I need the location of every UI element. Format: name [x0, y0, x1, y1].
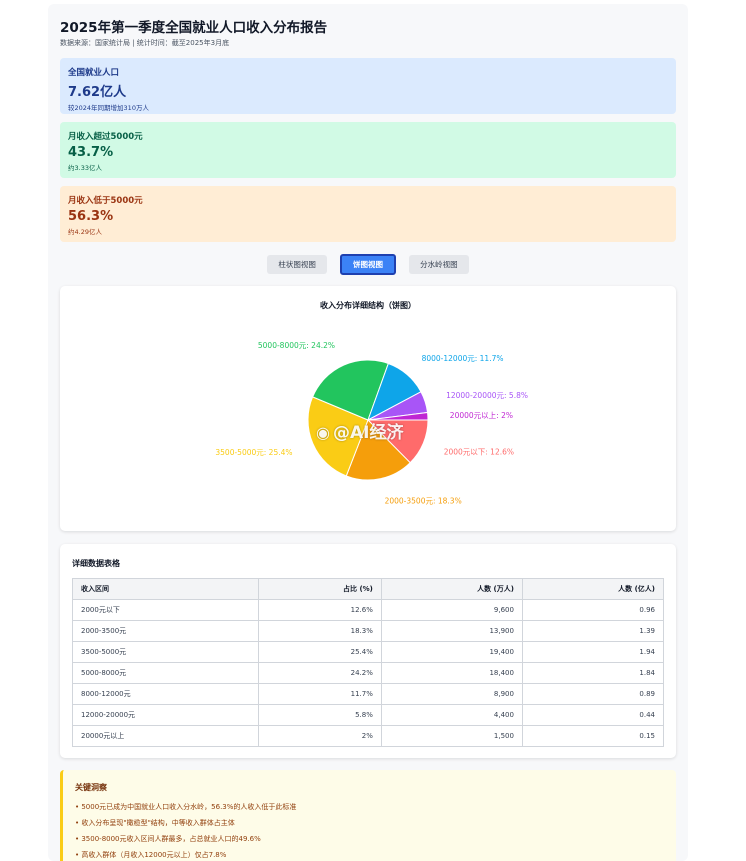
stat-label: 月收入超过5000元 — [68, 132, 143, 142]
insights-title: 关键洞察 — [75, 783, 107, 792]
insight-item: • 收入分布呈现"橄榄型"结构，中等收入群体占主体 — [75, 819, 235, 827]
pie-slice-label: 5000-8000元: 24.2% — [258, 341, 335, 350]
cell-count-10k: 4,400 — [380, 704, 523, 726]
cell-count-100m: 0.15 — [521, 725, 665, 747]
stat-value: 43.7% — [68, 145, 114, 160]
pie-slice-label: 12000-20000元: 5.8% — [446, 391, 528, 400]
cell-count-100m: 0.89 — [521, 683, 665, 705]
watermark-text: @AI经济 — [332, 423, 404, 443]
insight-item: • 5000元已成为中国就业人口收入分水岭，56.3%的人收入低于此标准 — [75, 803, 297, 811]
column-header-count-10k: 人数 (万人) — [380, 578, 523, 600]
cell-count-10k: 9,600 — [380, 599, 523, 621]
cell-range: 3500-5000元 — [71, 641, 260, 663]
table-header-row: 收入区间 占比 (%) 人数 (万人) 人数 (亿人) — [71, 578, 665, 600]
watermark: ◉ @AI经济 — [316, 418, 403, 443]
cell-share: 2% — [258, 725, 382, 747]
insight-item: • 高收入群体（月收入12000元以上）仅占7.8% — [75, 851, 227, 859]
cell-count-10k: 8,900 — [380, 683, 523, 705]
key-insights-box: 关键洞察 • 5000元已成为中国就业人口收入分水岭，56.3%的人收入低于此标… — [60, 770, 676, 861]
report-page: 2025年第一季度全国就业人口收入分布报告 数据来源：国家统计局 | 统计时间：… — [48, 4, 688, 861]
cell-count-100m: 0.96 — [521, 599, 665, 621]
column-header-count-100m: 人数 (亿人) — [521, 578, 665, 600]
stat-label: 全国就业人口 — [68, 68, 120, 78]
column-header-share: 占比 (%) — [258, 578, 382, 600]
tab-watershed-view[interactable]: 分水岭视图 — [409, 255, 469, 274]
pie-slice-label: 2000-3500元: 18.3% — [385, 496, 462, 505]
tab-bar-chart-view[interactable]: 柱状图视图 — [267, 255, 327, 274]
view-tabs: 柱状图视图 饼图视图 分水岭视图 — [48, 254, 688, 275]
cell-share: 18.3% — [258, 620, 382, 642]
table-row: 3500-5000元 25.4% 19,400 1.94 — [71, 641, 665, 663]
stat-label: 月收入低于5000元 — [68, 196, 143, 206]
pie-slice-label: 3500-5000元: 25.4% — [215, 448, 292, 457]
table-title: 详细数据表格 — [72, 559, 120, 568]
cell-share: 11.7% — [258, 683, 382, 705]
weibo-logo-icon: ◉ — [316, 423, 330, 442]
stat-value: 56.3% — [68, 209, 114, 224]
cell-count-10k: 19,400 — [380, 641, 523, 663]
table-row: 5000-8000元 24.2% 18,400 1.84 — [71, 662, 665, 684]
pie-slice-label: 2000元以下: 12.6% — [444, 448, 514, 457]
column-header-range: 收入区间 — [71, 578, 260, 600]
pie-slice-label: 20000元以上: 2% — [450, 411, 513, 420]
cell-range: 12000-20000元 — [71, 704, 260, 726]
page-title: 2025年第一季度全国就业人口收入分布报告 — [60, 20, 328, 36]
table-row: 2000元以下 12.6% 9,600 0.96 — [71, 599, 665, 621]
cell-count-10k: 13,900 — [380, 620, 523, 642]
cell-range: 2000-3500元 — [71, 620, 260, 642]
cell-count-10k: 1,500 — [380, 725, 523, 747]
stat-value: 7.62亿人 — [68, 85, 127, 100]
cell-count-10k: 18,400 — [380, 662, 523, 684]
stat-card-above-5000: 月收入超过5000元 43.7% 约3.33亿人 — [60, 122, 676, 178]
cell-share: 5.8% — [258, 704, 382, 726]
pie-slice-label: 8000-12000元: 11.7% — [422, 354, 504, 363]
cell-range: 8000-12000元 — [71, 683, 260, 705]
table-row: 12000-20000元 5.8% 4,400 0.44 — [71, 704, 665, 726]
data-table-card: 详细数据表格 收入区间 占比 (%) 人数 (万人) 人数 (亿人) 2000元… — [60, 544, 676, 758]
table-row: 2000-3500元 18.3% 13,900 1.39 — [71, 620, 665, 642]
cell-range: 20000元以上 — [71, 725, 260, 747]
cell-count-100m: 1.94 — [521, 641, 665, 663]
pie-chart-card: 收入分布详细结构（饼图） 2000元以下: 12.6% 2000-3500元: 1… — [60, 286, 676, 531]
stat-note: 较2024年同期增加310万人 — [68, 104, 149, 112]
cell-range: 2000元以下 — [71, 599, 260, 621]
stat-note: 约4.29亿人 — [68, 228, 102, 236]
table-row: 8000-12000元 11.7% 8,900 0.89 — [71, 683, 665, 705]
cell-count-100m: 0.44 — [521, 704, 665, 726]
cell-count-100m: 1.84 — [521, 662, 665, 684]
pie-chart: 2000元以下: 12.6% 2000-3500元: 18.3% 3500-5000… — [215, 341, 528, 505]
cell-share: 25.4% — [258, 641, 382, 663]
insight-item: • 3500-8000元收入区间人群最多，占总就业人口的49.6% — [75, 835, 261, 843]
income-table: 收入区间 占比 (%) 人数 (万人) 人数 (亿人) 2000元以下 12.6… — [71, 578, 665, 747]
stat-card-employment: 全国就业人口 7.62亿人 较2024年同期增加310万人 — [60, 58, 676, 114]
table-row: 20000元以上 2% 1,500 0.15 — [71, 725, 665, 747]
stat-card-below-5000: 月收入低于5000元 56.3% 约4.29亿人 — [60, 186, 676, 242]
cell-share: 24.2% — [258, 662, 382, 684]
stat-note: 约3.33亿人 — [68, 164, 102, 172]
cell-count-100m: 1.39 — [521, 620, 665, 642]
tab-pie-chart-view[interactable]: 饼图视图 — [340, 254, 396, 275]
cell-range: 5000-8000元 — [71, 662, 260, 684]
cell-share: 12.6% — [258, 599, 382, 621]
data-source-line: 数据来源：国家统计局 | 统计时间：截至2025年3月底 — [60, 39, 230, 47]
